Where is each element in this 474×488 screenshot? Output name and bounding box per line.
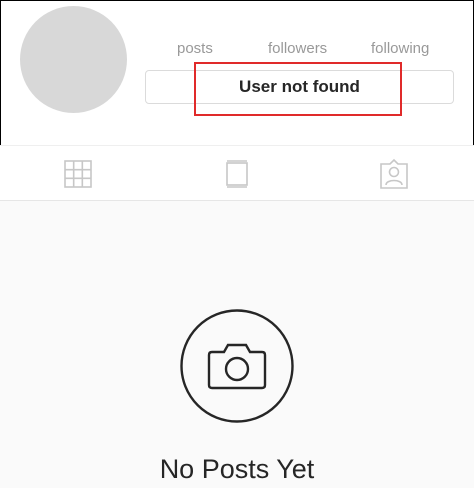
tab-feed[interactable] [221, 158, 253, 190]
user-not-found-button[interactable]: User not found [145, 70, 454, 104]
tab-tagged[interactable] [378, 158, 410, 190]
user-not-found-label: User not found [239, 77, 360, 96]
posts-label[interactable]: posts [177, 40, 213, 58]
grid-icon [64, 160, 92, 188]
following-label[interactable]: following [371, 40, 429, 58]
no-posts-title: No Posts Yet [159, 454, 315, 484]
profile-tab-bar [0, 145, 474, 201]
empty-posts-area: No Posts Yet [0, 201, 474, 488]
followers-label[interactable]: followers [268, 40, 327, 58]
camera-icon [180, 309, 294, 423]
tagged-icon [380, 158, 408, 189]
avatar[interactable] [20, 6, 127, 113]
feed-icon [226, 160, 248, 188]
tab-grid[interactable] [62, 158, 94, 190]
